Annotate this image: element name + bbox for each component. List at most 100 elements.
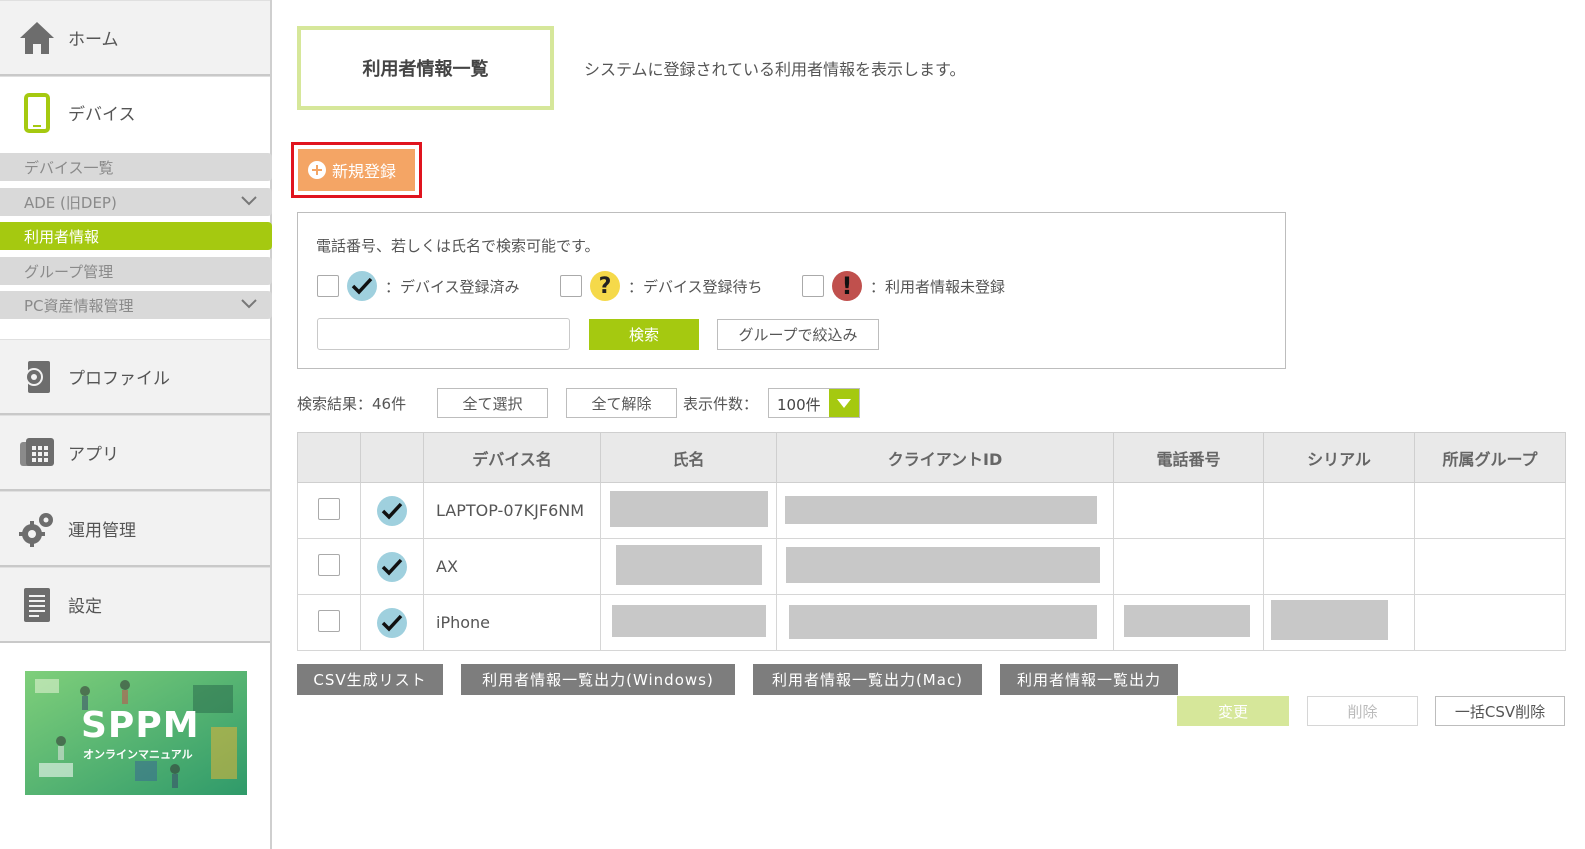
device-name-cell: LAPTOP-07KJF6NM	[423, 482, 601, 539]
select-all-button[interactable]: 全て選択	[437, 388, 548, 418]
apps-icon	[18, 434, 56, 472]
header-status	[360, 432, 424, 483]
redacted-block	[610, 491, 768, 527]
page-description: システムに登録されている利用者情報を表示します。	[584, 60, 966, 79]
nav-profile[interactable]: プロファイル	[0, 339, 270, 415]
header-group[interactable]: 所属グループ	[1414, 432, 1566, 483]
nav-device[interactable]: デバイス	[0, 76, 270, 148]
new-button-highlight: 新規登録	[291, 142, 422, 198]
smartphone-icon	[18, 92, 56, 133]
row-status-cell	[360, 482, 424, 539]
phone-cell	[1113, 538, 1264, 595]
device-name-cell: AX	[423, 538, 601, 595]
nav-home-label: ホーム	[68, 30, 119, 50]
row-checkbox-cell	[297, 482, 361, 539]
chevron-down-icon	[240, 297, 258, 315]
chevron-down-icon	[240, 194, 258, 212]
sidebar-item-label: PC資産情報管理	[24, 296, 134, 315]
filter-waiting-checkbox[interactable]	[560, 275, 582, 297]
search-panel: 電話番号、若しくは氏名で検索可能です。 ：デバイス登録済み ? ：デバイス登録待…	[297, 212, 1286, 369]
app-root: ホーム デバイス デバイス一覧 ADE (旧DEP) 利用者情報 グループ管理 …	[0, 0, 1585, 849]
redacted-block	[786, 547, 1100, 583]
row-checkbox-cell	[297, 594, 361, 651]
document-icon	[18, 586, 56, 624]
export-all-button[interactable]: 利用者情報一覧出力	[1000, 664, 1178, 695]
header-name[interactable]: 氏名	[600, 432, 777, 483]
table-row[interactable]: AX	[297, 538, 1566, 595]
change-button[interactable]: 変更	[1177, 696, 1289, 726]
per-page-value: 100件	[777, 396, 821, 414]
table-header-row: デバイス名 氏名 クライアントID 電話番号 シリアル 所属グループ	[297, 432, 1566, 483]
search-button[interactable]: 検索	[589, 319, 699, 350]
search-hint: 電話番号、若しくは氏名で検索可能です。	[316, 237, 600, 255]
csv-list-button[interactable]: CSV生成リスト	[297, 664, 443, 695]
export-mac-button[interactable]: 利用者情報一覧出力(Mac)	[753, 664, 982, 695]
search-input[interactable]	[317, 318, 570, 350]
nav-home[interactable]: ホーム	[0, 0, 270, 76]
row-checkbox[interactable]	[318, 609, 340, 632]
row-checkbox[interactable]	[318, 497, 340, 520]
sidebar-item-user-info[interactable]: 利用者情報	[0, 222, 272, 250]
header-phone[interactable]: 電話番号	[1113, 432, 1264, 483]
group-cell	[1414, 482, 1566, 539]
nav-apps-label: アプリ	[68, 445, 119, 465]
row-checkbox-cell	[297, 538, 361, 595]
sidebar-item-label: デバイス一覧	[24, 158, 114, 177]
serial-cell	[1263, 538, 1415, 595]
sidebar-item-label: 利用者情報	[24, 227, 100, 246]
filter-registered: ：デバイス登録済み	[317, 271, 520, 301]
banner-subtitle: オンラインマニュアル	[83, 748, 193, 761]
user-table: デバイス名 氏名 クライアントID 電話番号 シリアル 所属グループ LAPTO…	[297, 432, 1566, 651]
bulk-csv-delete-button[interactable]: 一括CSV削除	[1435, 696, 1565, 726]
gears-icon	[18, 510, 56, 548]
deselect-all-button[interactable]: 全て解除	[566, 388, 677, 418]
nav-device-label: デバイス	[68, 105, 136, 125]
filter-unregistered-checkbox[interactable]	[802, 275, 824, 297]
group-cell	[1414, 594, 1566, 651]
nav-settings-label: 設定	[68, 597, 102, 617]
header-serial[interactable]: シリアル	[1263, 432, 1415, 483]
sidebar-item-device-list[interactable]: デバイス一覧	[0, 153, 272, 181]
header-select	[297, 432, 361, 483]
row-status-cell	[360, 594, 424, 651]
client-id-cell	[776, 538, 1114, 595]
device-name-cell: iPhone	[423, 594, 601, 651]
nav-apps[interactable]: アプリ	[0, 415, 270, 491]
header-client-id[interactable]: クライアントID	[776, 432, 1114, 483]
sidebar: ホーム デバイス デバイス一覧 ADE (旧DEP) 利用者情報 グループ管理 …	[0, 0, 272, 849]
plus-circle-icon	[308, 161, 326, 179]
client-id-cell	[776, 594, 1114, 651]
header-device-name[interactable]: デバイス名	[423, 432, 601, 483]
group-filter-button[interactable]: グループで絞込み	[717, 319, 879, 350]
check-icon	[377, 607, 407, 638]
filter-waiting: ? ：デバイス登録待ち	[560, 271, 763, 301]
table-row[interactable]: iPhone	[297, 594, 1566, 651]
sidebar-item-ade[interactable]: ADE (旧DEP)	[0, 188, 272, 216]
nav-operations-label: 運用管理	[68, 521, 136, 541]
per-page-select[interactable]: 100件	[768, 388, 860, 418]
filter-registered-checkbox[interactable]	[317, 275, 339, 297]
redacted-block	[789, 605, 1097, 639]
redacted-block	[616, 545, 762, 585]
manual-banner[interactable]: SPPM オンラインマニュアル	[25, 671, 247, 795]
nav-settings[interactable]: 設定	[0, 567, 270, 643]
page-title: 利用者情報一覧	[362, 59, 489, 80]
redacted-block	[1124, 605, 1250, 637]
check-icon	[347, 271, 377, 301]
table-row[interactable]: LAPTOP-07KJF6NM	[297, 482, 1566, 539]
redacted-block	[785, 496, 1097, 524]
legend-unregistered-label: ：利用者情報未登録	[870, 277, 1006, 296]
dropdown-arrow-icon	[829, 389, 859, 417]
legend-registered-label: ：デバイス登録済み	[385, 277, 520, 296]
delete-button[interactable]: 削除	[1307, 696, 1418, 726]
nav-operations[interactable]: 運用管理	[0, 491, 270, 567]
name-cell	[600, 594, 777, 651]
redacted-block	[1271, 600, 1388, 640]
new-registration-button[interactable]: 新規登録	[298, 149, 415, 191]
name-cell	[600, 538, 777, 595]
sidebar-item-pc-assets[interactable]: PC資産情報管理	[0, 291, 272, 319]
exclamation-icon: !	[832, 271, 862, 301]
export-windows-button[interactable]: 利用者情報一覧出力(Windows)	[461, 664, 735, 695]
row-checkbox[interactable]	[318, 553, 340, 576]
sidebar-item-group-management[interactable]: グループ管理	[0, 257, 272, 285]
